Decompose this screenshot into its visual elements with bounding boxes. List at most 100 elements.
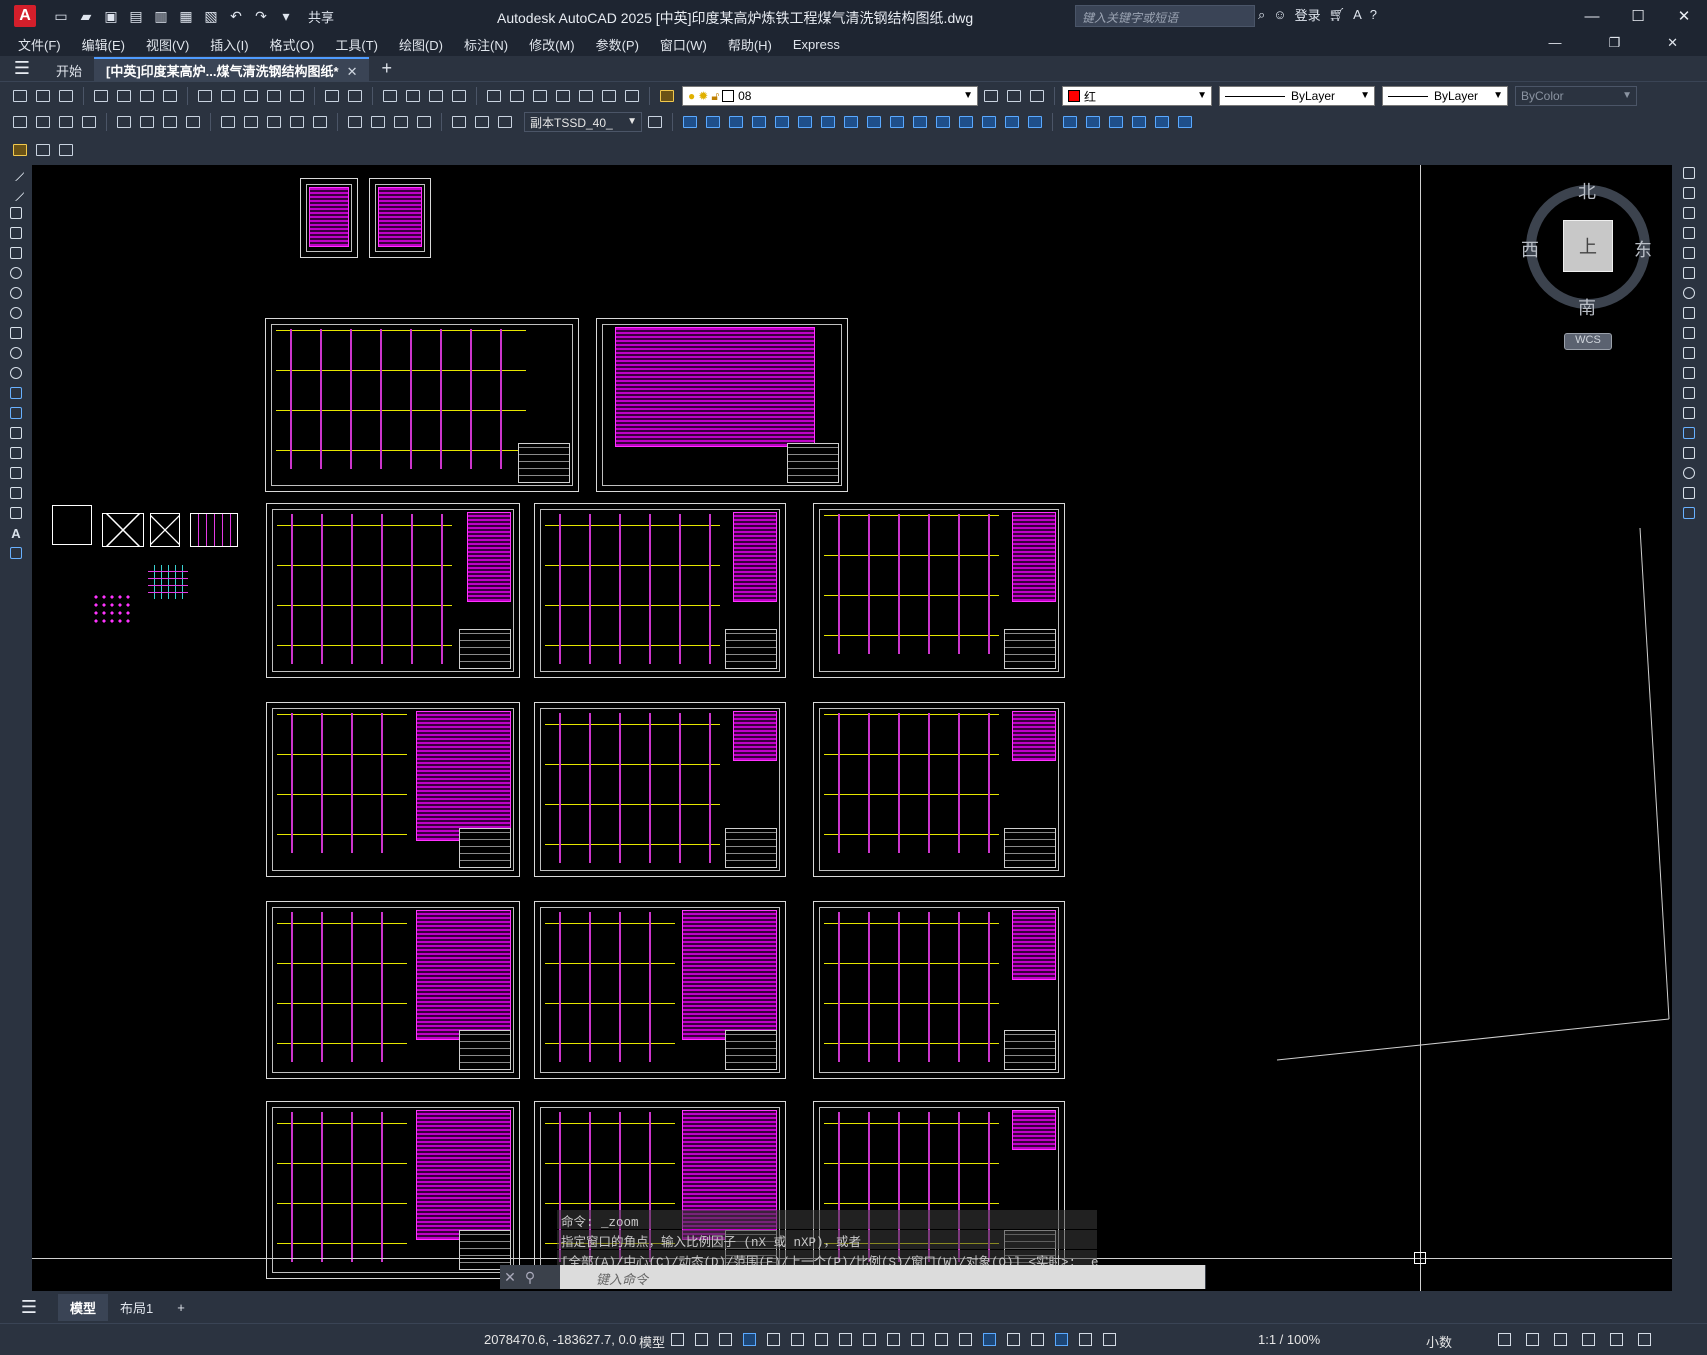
match-properties-icon[interactable] bbox=[264, 86, 284, 106]
explode-palette-icon[interactable] bbox=[1680, 504, 1698, 522]
mirror-palette-icon[interactable] bbox=[1680, 204, 1698, 222]
chamfer-icon[interactable] bbox=[979, 112, 999, 132]
open-icon[interactable] bbox=[33, 86, 53, 106]
annotation-scale-icon[interactable] bbox=[1100, 1330, 1118, 1348]
linetype-dropdown[interactable]: ByLayer ▼ bbox=[1219, 86, 1375, 106]
cart-icon[interactable]: 🛒︎ bbox=[1329, 7, 1346, 23]
quick-dimension-icon[interactable] bbox=[218, 112, 238, 132]
model-space-toggle[interactable]: 模型 bbox=[639, 1332, 665, 1351]
hamburger-menu-icon[interactable]: ☰ bbox=[0, 56, 44, 82]
menu-help[interactable]: 帮助(H) bbox=[728, 35, 772, 54]
autodesk-app-icon[interactable]: A bbox=[1353, 7, 1362, 22]
print-icon[interactable] bbox=[91, 86, 111, 106]
hatch-icon[interactable] bbox=[7, 444, 25, 462]
selection-filter-icon[interactable] bbox=[1004, 1330, 1022, 1348]
layer-tools-icon[interactable] bbox=[10, 140, 30, 160]
polyline-icon[interactable] bbox=[7, 204, 25, 222]
minimize-icon[interactable]: — bbox=[1569, 0, 1615, 32]
menu-dimension[interactable]: 标注(N) bbox=[464, 35, 508, 54]
color-dropdown[interactable]: 红 ▼ bbox=[1062, 86, 1212, 106]
paste-icon[interactable] bbox=[241, 86, 261, 106]
table-icon[interactable] bbox=[7, 504, 25, 522]
new-file-icon[interactable]: ▭ bbox=[50, 5, 72, 27]
draworder-icon[interactable] bbox=[1083, 112, 1103, 132]
angle-icon[interactable] bbox=[836, 1330, 854, 1348]
join-palette-icon[interactable] bbox=[1680, 424, 1698, 442]
help-toolbar-icon[interactable] bbox=[622, 86, 642, 106]
menu-express[interactable]: Express bbox=[793, 37, 840, 52]
save-toolbar-icon[interactable] bbox=[56, 86, 76, 106]
jogged-icon[interactable] bbox=[137, 112, 157, 132]
polygon-icon[interactable] bbox=[7, 224, 25, 242]
share-button[interactable]: 共享 bbox=[308, 7, 334, 26]
text-style-dropdown[interactable]: 副本TSSD_40_ ▼ bbox=[524, 112, 642, 132]
tab-active-document[interactable]: [中英]印度某高炉...煤气清洗钢结构图纸* ✕ bbox=[94, 56, 370, 81]
search-icon[interactable]: ⌕ bbox=[1258, 7, 1265, 23]
viewcube-top-face[interactable]: 上 bbox=[1563, 220, 1613, 272]
close-icon[interactable]: ✕ bbox=[1661, 0, 1707, 32]
make-current-layer-icon[interactable] bbox=[981, 86, 1001, 106]
tool-palettes-icon[interactable] bbox=[530, 86, 550, 106]
fillet-icon[interactable] bbox=[1002, 112, 1022, 132]
close-command-icon[interactable]: ✕ bbox=[500, 1269, 520, 1286]
copy-object-icon[interactable] bbox=[703, 112, 723, 132]
3dprint-icon[interactable] bbox=[160, 86, 180, 106]
viewcube-south[interactable]: 南 bbox=[1578, 294, 1596, 320]
jogged-linear-icon[interactable] bbox=[414, 112, 434, 132]
offset-icon[interactable] bbox=[749, 112, 769, 132]
layout-menu-icon[interactable]: ☰ bbox=[0, 1294, 58, 1320]
units-dropdown[interactable]: 小数 bbox=[1426, 1332, 1452, 1351]
help-icon[interactable]: ? bbox=[1370, 7, 1377, 22]
plot-icon[interactable]: ▧ bbox=[200, 5, 222, 27]
add-selected-icon[interactable] bbox=[7, 544, 25, 562]
baseline-icon[interactable] bbox=[241, 112, 261, 132]
revision-cloud-icon[interactable] bbox=[7, 304, 25, 322]
block-editor-icon[interactable] bbox=[287, 86, 307, 106]
redo-toolbar-icon[interactable] bbox=[345, 86, 365, 106]
viewcube-west[interactable]: 西 bbox=[1521, 236, 1539, 262]
new-tab-icon[interactable]: + bbox=[381, 58, 392, 79]
customization-icon[interactable] bbox=[1635, 1330, 1653, 1348]
qnew-icon[interactable] bbox=[10, 86, 30, 106]
menu-modify[interactable]: 修改(M) bbox=[529, 35, 575, 54]
drawing-canvas[interactable] bbox=[32, 165, 1672, 1291]
maximize-icon[interactable]: ☐ bbox=[1615, 0, 1661, 32]
scale-icon[interactable] bbox=[841, 112, 861, 132]
point-icon[interactable] bbox=[7, 424, 25, 442]
mirror-icon[interactable] bbox=[726, 112, 746, 132]
construction-line-icon[interactable] bbox=[7, 184, 25, 202]
trim-icon[interactable] bbox=[887, 112, 907, 132]
bring-front-icon[interactable] bbox=[1106, 112, 1126, 132]
inspection-icon[interactable] bbox=[391, 112, 411, 132]
radius-icon[interactable] bbox=[114, 112, 134, 132]
object-snap-tracking-icon[interactable] bbox=[812, 1330, 830, 1348]
grid-icon[interactable] bbox=[668, 1330, 686, 1348]
menu-insert[interactable]: 插入(I) bbox=[210, 35, 248, 54]
dimension-style-icon[interactable] bbox=[645, 112, 665, 132]
layer-states-icon[interactable] bbox=[1027, 86, 1047, 106]
selection-cycling-icon[interactable] bbox=[932, 1330, 950, 1348]
center-mark-icon[interactable] bbox=[368, 112, 388, 132]
isodraft-icon[interactable] bbox=[764, 1330, 782, 1348]
rotate-palette-icon[interactable] bbox=[1680, 284, 1698, 302]
stretch-palette-icon[interactable] bbox=[1680, 324, 1698, 342]
blend-curves-icon[interactable] bbox=[1680, 484, 1698, 502]
cut-icon[interactable] bbox=[195, 86, 215, 106]
save-as-icon[interactable]: ▤ bbox=[125, 5, 147, 27]
publish-icon[interactable] bbox=[137, 86, 157, 106]
scale-palette-icon[interactable] bbox=[1680, 304, 1698, 322]
menu-file[interactable]: 文件(F) bbox=[18, 35, 61, 54]
diameter-icon[interactable] bbox=[160, 112, 180, 132]
hardware-acceleration-icon[interactable] bbox=[1579, 1330, 1597, 1348]
layer-previous-icon[interactable] bbox=[1004, 86, 1024, 106]
snap-icon[interactable] bbox=[692, 1330, 710, 1348]
polar-icon[interactable] bbox=[788, 1330, 806, 1348]
menu-draw[interactable]: 绘图(D) bbox=[399, 35, 443, 54]
zoom-realtime-icon[interactable] bbox=[403, 86, 423, 106]
print-preview-icon[interactable] bbox=[114, 86, 134, 106]
object-snap-icon[interactable] bbox=[860, 1330, 878, 1348]
dynamic-input-icon[interactable] bbox=[716, 1330, 734, 1348]
zoom-previous-icon[interactable] bbox=[449, 86, 469, 106]
break-icon[interactable] bbox=[310, 112, 330, 132]
redo-icon[interactable]: ↷ bbox=[250, 5, 272, 27]
